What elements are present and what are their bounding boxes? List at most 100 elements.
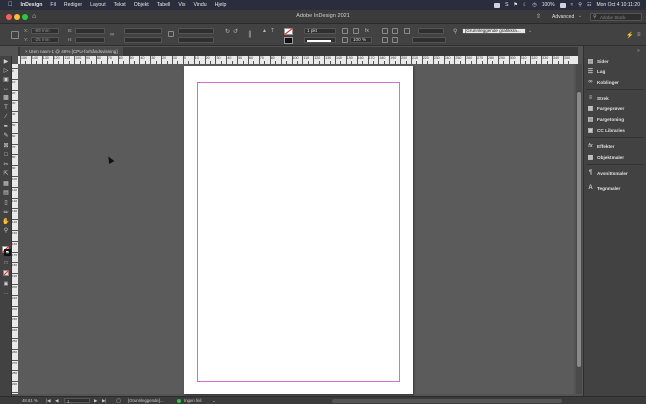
eyedropper-tool-icon[interactable]: ✏ bbox=[2, 210, 10, 217]
apply-none-icon[interactable] bbox=[3, 270, 9, 276]
menu-tabell[interactable]: Tabell bbox=[157, 2, 171, 8]
menu-vis[interactable]: Vis bbox=[178, 2, 185, 8]
gap-tool-icon[interactable]: ↔ bbox=[2, 86, 10, 93]
width-field[interactable] bbox=[75, 28, 105, 34]
menubar-clock[interactable]: Mon Oct 4 10:11:20 bbox=[596, 2, 640, 8]
panel-effekter[interactable]: fx Effekter bbox=[587, 142, 645, 150]
reference-point-icon[interactable] bbox=[11, 31, 19, 39]
rectangle-tool-icon[interactable]: □ bbox=[2, 152, 10, 159]
edit-toolbar-icon[interactable]: ⋯ bbox=[2, 291, 10, 298]
panel-strek[interactable]: ≡ Strek bbox=[587, 94, 645, 102]
chevron-down-icon[interactable]: ⌄ bbox=[528, 28, 532, 34]
scale-x-field[interactable] bbox=[124, 28, 162, 34]
pasteboard[interactable] bbox=[18, 64, 574, 394]
horizontal-ruler[interactable]: 150 140 130 120 110 100 90 80 70 60 50 40 30 20 10 0 10 2… bbox=[18, 56, 578, 64]
rectangle-frame-tool-icon[interactable]: ⊠ bbox=[2, 143, 10, 150]
align-center-icon[interactable] bbox=[392, 28, 398, 34]
menu-indesign[interactable]: InDesign bbox=[21, 2, 43, 8]
panel-lag[interactable]: ☰ Lag bbox=[587, 67, 645, 75]
preflight-profile[interactable]: [Grunnleggende]... bbox=[128, 398, 164, 403]
menu-vindu[interactable]: Vindu bbox=[193, 2, 206, 8]
document-tab[interactable]: × Uten navn-1 @ 49% [CPU-forhåndsvisning… bbox=[20, 47, 123, 56]
formatting-container-icon[interactable]: □ bbox=[2, 260, 10, 267]
stock-search-box[interactable]: ⚲ Adobe Stock bbox=[590, 13, 642, 21]
workspace-switcher[interactable]: Advanced bbox=[552, 14, 574, 20]
cc-icon[interactable] bbox=[494, 2, 501, 8]
note-tool-icon[interactable]: ▯ bbox=[2, 200, 10, 207]
share-icon[interactable]: ⇧ bbox=[536, 13, 541, 20]
close-icon[interactable]: × bbox=[25, 49, 28, 54]
grid-icon[interactable] bbox=[404, 28, 410, 34]
clock-icon[interactable]: ◷ bbox=[532, 2, 536, 8]
panel-cc-libraries[interactable]: ▣ CC Libraries bbox=[587, 126, 645, 134]
page-tool-icon[interactable]: ▣ bbox=[2, 77, 10, 84]
panel-fargetoning[interactable]: ▤ Fargetoning bbox=[587, 115, 645, 123]
flip-icon[interactable]: ∥ bbox=[248, 30, 252, 38]
menu-objekt[interactable]: Objekt bbox=[134, 2, 149, 8]
errors-status[interactable]: Ingen feil bbox=[184, 398, 201, 403]
rotate-icon[interactable]: ↻ bbox=[225, 28, 230, 35]
selection-tool-icon[interactable]: ▶ bbox=[2, 59, 10, 66]
zoom-tool-icon[interactable]: ⚲ bbox=[2, 228, 10, 235]
stroke-weight-field[interactable]: 1 pkt bbox=[304, 28, 336, 34]
gradient-tool-icon[interactable]: ▦ bbox=[2, 181, 10, 188]
screen-mode-icon[interactable]: ▣ bbox=[2, 281, 10, 288]
object-style-icon[interactable]: ⚲ bbox=[453, 28, 457, 35]
scissors-tool-icon[interactable]: ✂ bbox=[2, 162, 10, 169]
text-frame-icon[interactable]: T bbox=[271, 28, 274, 34]
menu-hjelp[interactable]: Hjelp bbox=[215, 2, 227, 8]
rotation-field[interactable] bbox=[178, 28, 214, 34]
first-page-icon[interactable]: |◀ bbox=[46, 398, 50, 404]
hand-tool-icon[interactable]: ✋ bbox=[2, 219, 10, 226]
chevron-down-icon[interactable]: ⌄ bbox=[212, 398, 216, 404]
direct-selection-tool-icon[interactable]: ▷ bbox=[2, 68, 10, 75]
line-tool-icon[interactable]: ∕ bbox=[2, 114, 10, 121]
pencil-tool-icon[interactable]: ✎ bbox=[2, 133, 10, 140]
horizontal-scrollbar[interactable] bbox=[332, 399, 562, 403]
quick-apply-icon[interactable]: ⚡ bbox=[626, 32, 633, 39]
distribute-icon[interactable] bbox=[382, 37, 388, 43]
zoom-percent-field[interactable]: 100 % bbox=[350, 37, 372, 43]
last-page-icon[interactable]: ▶| bbox=[102, 398, 106, 404]
panel-objektmaler[interactable]: ▩ Objektmaler bbox=[587, 153, 645, 161]
constrain-scale-icon[interactable] bbox=[168, 31, 174, 37]
panel-tegnmaler[interactable]: A Tegnmaler bbox=[587, 184, 645, 192]
vertical-scrollbar[interactable] bbox=[576, 64, 582, 394]
content-collector-icon[interactable]: ▩ bbox=[2, 95, 10, 102]
effects-fx-icon[interactable]: fx bbox=[365, 28, 369, 34]
spotlight-icon[interactable]: ⚲ bbox=[578, 2, 582, 8]
stroke-swatch-icon[interactable] bbox=[284, 37, 293, 44]
align-left-icon[interactable] bbox=[382, 28, 388, 34]
document-page[interactable] bbox=[184, 66, 413, 394]
zoom-level[interactable]: 48.61 % bbox=[22, 398, 38, 403]
panel-avsnittsmaler[interactable]: ¶ Avsnittsmaler bbox=[587, 169, 645, 177]
x-position-field[interactable]: -89 mm bbox=[31, 28, 59, 34]
constrain-proportions-icon[interactable]: ∞ bbox=[110, 32, 114, 38]
scrollbar-thumb[interactable] bbox=[577, 92, 581, 367]
next-page-icon[interactable]: ▶ bbox=[94, 398, 97, 404]
fit-content-icon[interactable] bbox=[353, 28, 359, 34]
object-style-dropdown[interactable]: [Grunnleggende grafikkra... bbox=[462, 28, 526, 34]
preflight-icon[interactable]: ◯ bbox=[116, 398, 121, 404]
panel-menu-icon[interactable]: ≡ bbox=[637, 32, 641, 38]
stroke-type-dropdown[interactable] bbox=[304, 37, 336, 43]
gutter-field[interactable] bbox=[412, 37, 446, 43]
wrap-icon[interactable] bbox=[392, 37, 398, 43]
menu-tekst[interactable]: Tekst bbox=[114, 2, 126, 8]
moon-icon[interactable]: ☾ bbox=[523, 2, 527, 8]
gradient-feather-tool-icon[interactable]: ▤ bbox=[2, 190, 10, 197]
shear-field[interactable] bbox=[178, 37, 214, 43]
flag-icon[interactable]: ⚑ bbox=[513, 2, 517, 8]
stroke-color-icon[interactable] bbox=[4, 249, 11, 256]
battery-icon[interactable] bbox=[559, 2, 566, 8]
menu-rediger[interactable]: Rediger bbox=[64, 2, 82, 8]
select-container-icon[interactable]: ▲ bbox=[262, 28, 267, 34]
skype-icon[interactable]: S bbox=[505, 2, 508, 8]
panel-fargeprover[interactable]: ▦ Fargeprøver bbox=[587, 104, 645, 112]
scale-y-field[interactable] bbox=[124, 37, 162, 43]
apple-icon[interactable]:  bbox=[8, 2, 13, 8]
panel-koblinger[interactable]: ∞ Koblinger bbox=[587, 78, 645, 86]
collapse-panels-icon[interactable]: » bbox=[637, 48, 640, 54]
fill-swatch-icon[interactable] bbox=[284, 28, 293, 35]
menu-fil[interactable]: Fil bbox=[50, 2, 55, 8]
